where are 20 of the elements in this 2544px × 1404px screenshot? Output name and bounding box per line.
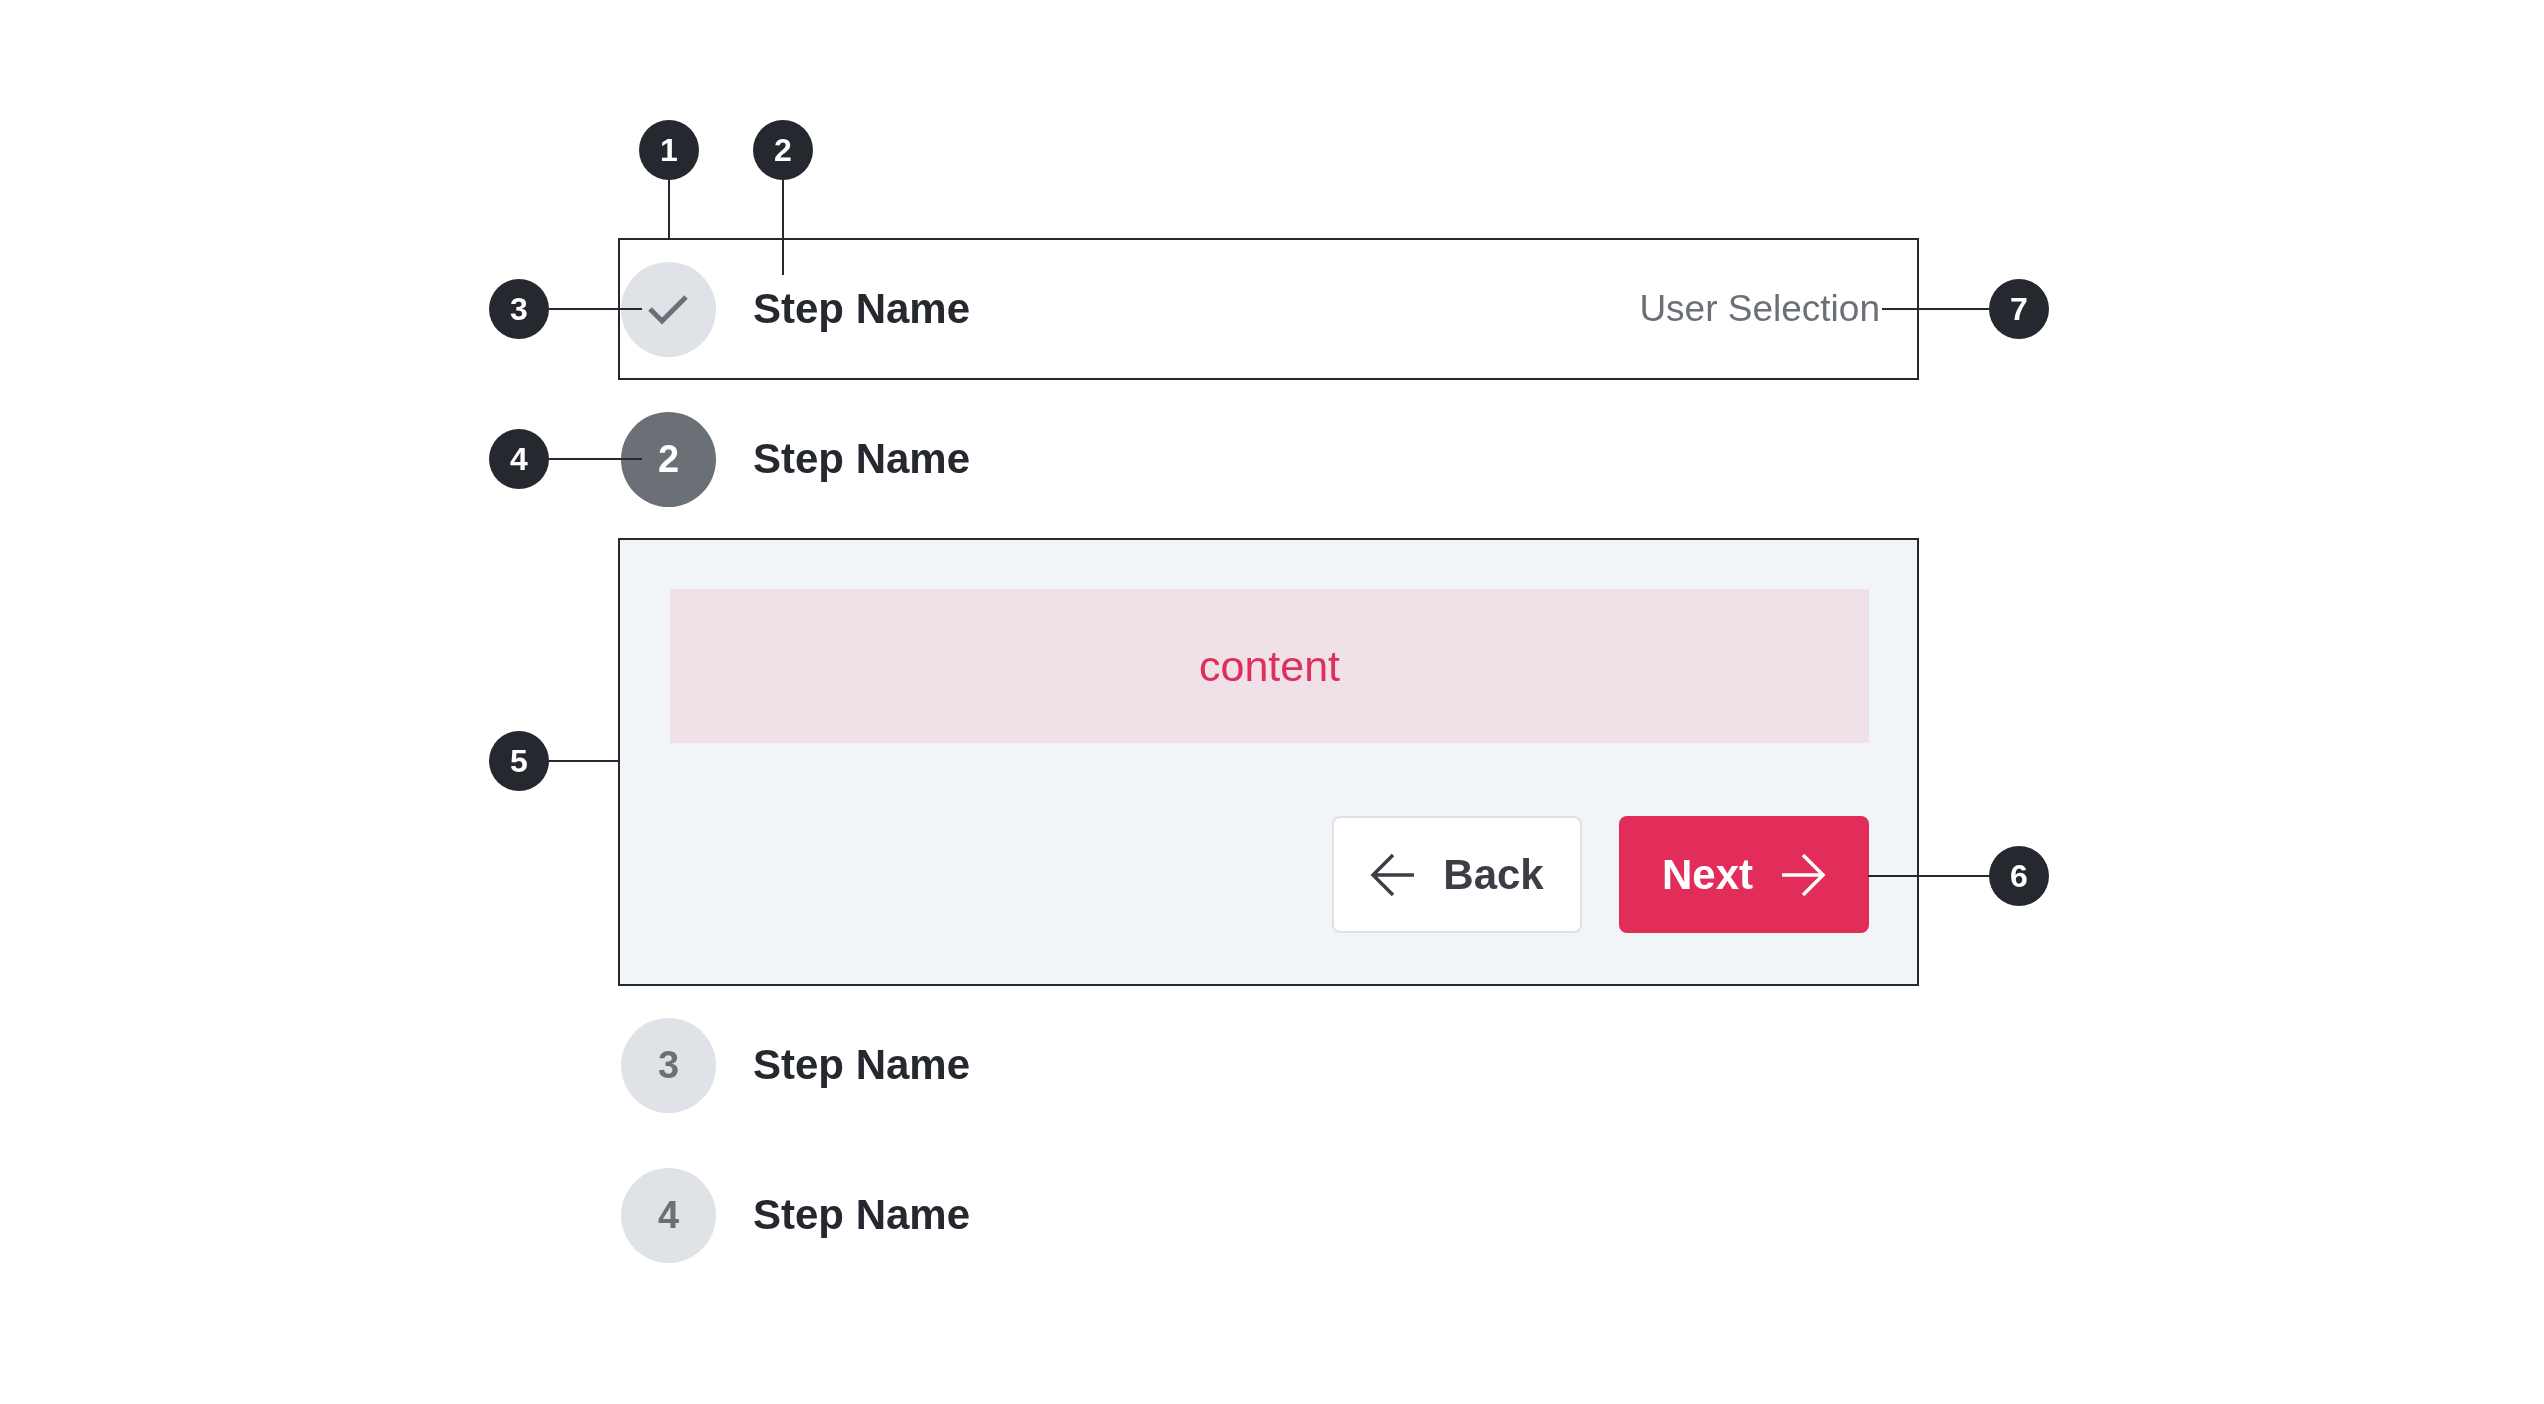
arrow-left-icon — [1370, 851, 1417, 898]
step-number: 3 — [621, 1017, 716, 1113]
callout-marker: 5 — [489, 731, 549, 791]
content-area: content — [670, 589, 1869, 743]
callout-marker: 1 — [639, 120, 699, 180]
arrow-right-icon — [1780, 851, 1826, 898]
step-name: Step Name — [753, 1191, 971, 1239]
callout-marker: 3 — [489, 279, 549, 339]
next-button[interactable]: Next — [1619, 816, 1869, 933]
back-button[interactable]: Back — [1332, 816, 1582, 933]
step-number: 4 — [621, 1167, 716, 1263]
step-name: Step Name — [753, 285, 971, 333]
step-name: Step Name — [753, 1041, 971, 1089]
callout-marker: 2 — [753, 120, 813, 180]
step-number: 2 — [621, 411, 716, 507]
callout-marker: 7 — [1989, 279, 2049, 339]
user-selection: User Selection — [1639, 288, 1880, 330]
step-name: Step Name — [753, 435, 971, 483]
callout-marker: 4 — [489, 429, 549, 489]
callout-marker: 6 — [1989, 846, 2049, 906]
